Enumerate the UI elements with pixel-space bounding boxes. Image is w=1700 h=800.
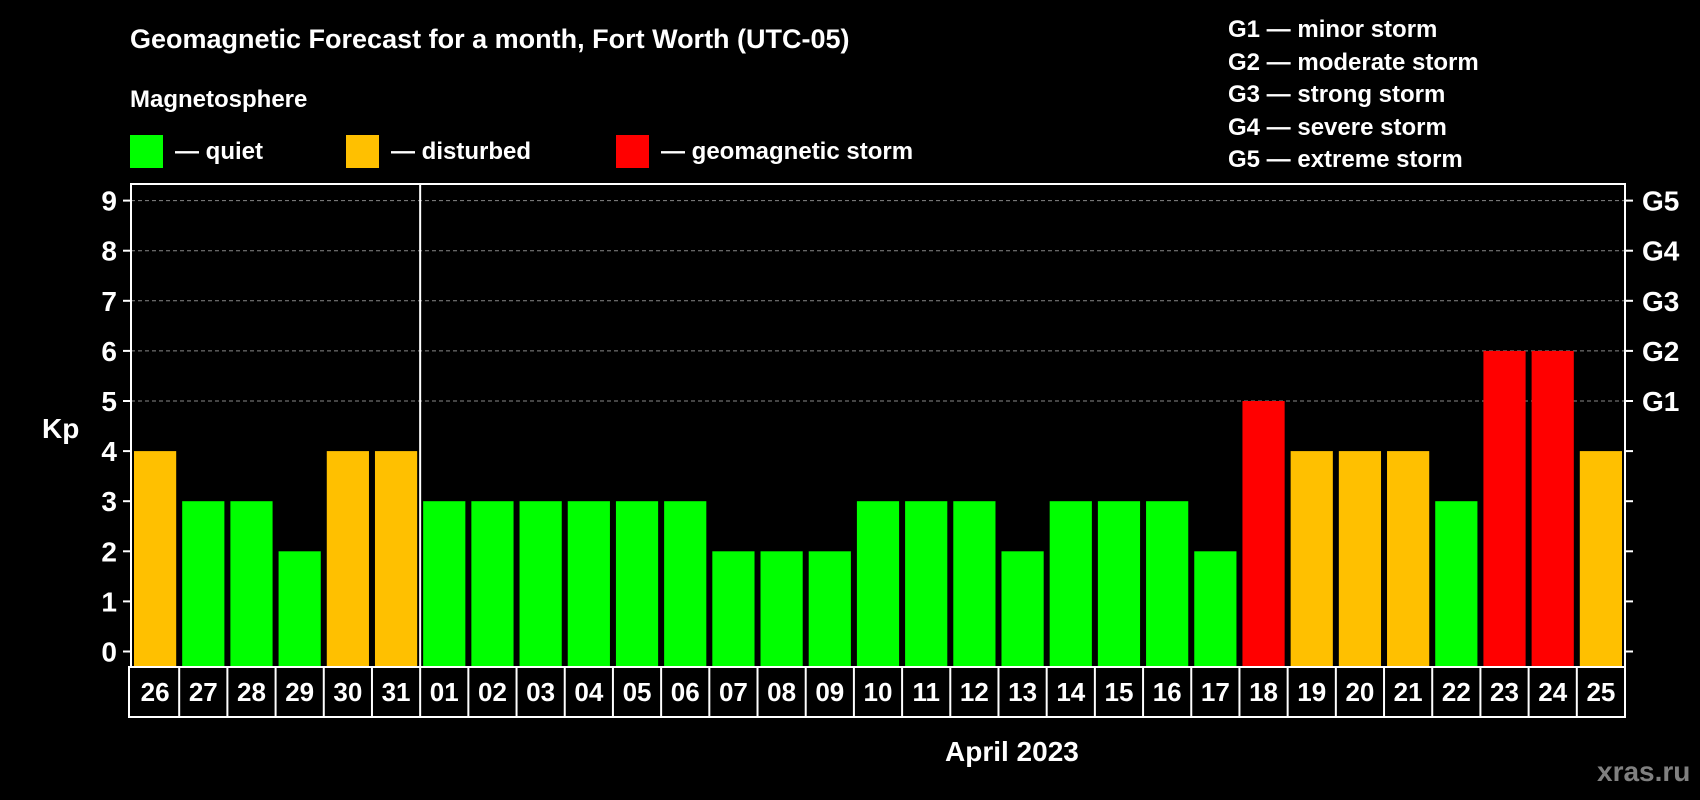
bar-19 [1290, 451, 1333, 666]
bar-25 [1579, 451, 1622, 666]
bar-22 [1435, 501, 1478, 666]
bar-27 [182, 501, 225, 666]
x-tick-label: 02 [478, 677, 507, 707]
y-tick-label: 3 [101, 486, 117, 517]
bar-30 [326, 451, 369, 666]
kp-chart: 0123456789G1G2G3G4G526 27 28 29 30 31 01 02 03 04… [101, 183, 1680, 718]
bar-13 [1001, 551, 1044, 666]
bar-21 [1387, 451, 1430, 666]
bar-02 [471, 501, 514, 666]
x-tick-label: 09 [815, 677, 844, 707]
g-level-label: G1 [1642, 386, 1679, 417]
x-tick-label: 31 [382, 677, 411, 707]
bar-12 [953, 501, 996, 666]
bar-20 [1338, 451, 1382, 666]
x-tick-label: 05 [623, 677, 652, 707]
bar-08 [760, 551, 803, 666]
bar-10 [856, 501, 900, 666]
x-tick-label: 06 [671, 677, 700, 707]
x-tick-label: 27 [189, 677, 218, 707]
x-tick-label: 01 [430, 677, 459, 707]
y-tick-label: 2 [101, 536, 117, 567]
y-tick-label: 7 [101, 286, 117, 317]
x-tick-label: 30 [333, 677, 362, 707]
x-tick-label: 28 [237, 677, 266, 707]
x-tick-label: 04 [574, 677, 603, 707]
x-tick-label: 25 [1586, 677, 1615, 707]
x-tick-label: 23 [1490, 677, 1519, 707]
bar-28 [230, 501, 273, 666]
y-tick-label: 5 [101, 386, 117, 417]
x-tick-label: 08 [767, 677, 796, 707]
bar-11 [905, 501, 948, 666]
x-tick-label: 17 [1201, 677, 1230, 707]
bar-05 [615, 501, 659, 666]
x-tick-label: 14 [1056, 677, 1085, 707]
x-tick-label: 18 [1249, 677, 1278, 707]
bar-14 [1049, 501, 1092, 666]
g-level-label: G2 [1642, 336, 1679, 367]
g-level-label: G4 [1642, 236, 1680, 267]
y-tick-label: 6 [101, 336, 117, 367]
bar-23 [1483, 350, 1526, 666]
y-tick-label: 8 [101, 236, 117, 267]
bar-18 [1242, 401, 1285, 666]
bar-07 [712, 551, 755, 666]
g-level-label: G3 [1642, 286, 1679, 317]
g-level-label: G5 [1642, 186, 1679, 217]
y-tick-label: 0 [101, 637, 117, 668]
x-tick-label: 16 [1153, 677, 1182, 707]
y-tick-label: 1 [101, 586, 117, 617]
bar-26 [134, 451, 177, 666]
bar-06 [664, 501, 707, 666]
bar-31 [374, 451, 418, 666]
x-tick-label: 19 [1297, 677, 1326, 707]
x-tick-label: 29 [285, 677, 314, 707]
x-tick-label: 22 [1442, 677, 1471, 707]
x-tick-label: 07 [719, 677, 748, 707]
x-tick-label: 24 [1538, 677, 1567, 707]
bar-29 [278, 551, 321, 666]
x-tick-label: 11 [912, 677, 940, 707]
x-tick-label: 21 [1394, 677, 1423, 707]
bar-09 [808, 551, 851, 666]
bar-24 [1531, 350, 1574, 666]
x-tick-label: 26 [141, 677, 170, 707]
bar-15 [1097, 501, 1141, 666]
x-tick-label: 12 [960, 677, 989, 707]
bar-04 [567, 501, 610, 666]
x-tick-label: 13 [1008, 677, 1037, 707]
bar-16 [1146, 501, 1189, 666]
x-tick-label: 15 [1105, 677, 1134, 707]
y-tick-label: 4 [101, 436, 117, 467]
x-tick-label: 03 [526, 677, 555, 707]
x-tick-label: 10 [864, 677, 893, 707]
bar-01 [423, 501, 466, 666]
bar-03 [519, 501, 562, 666]
bar-17 [1194, 551, 1237, 666]
y-tick-label: 9 [101, 186, 117, 217]
x-tick-label: 20 [1345, 677, 1374, 707]
